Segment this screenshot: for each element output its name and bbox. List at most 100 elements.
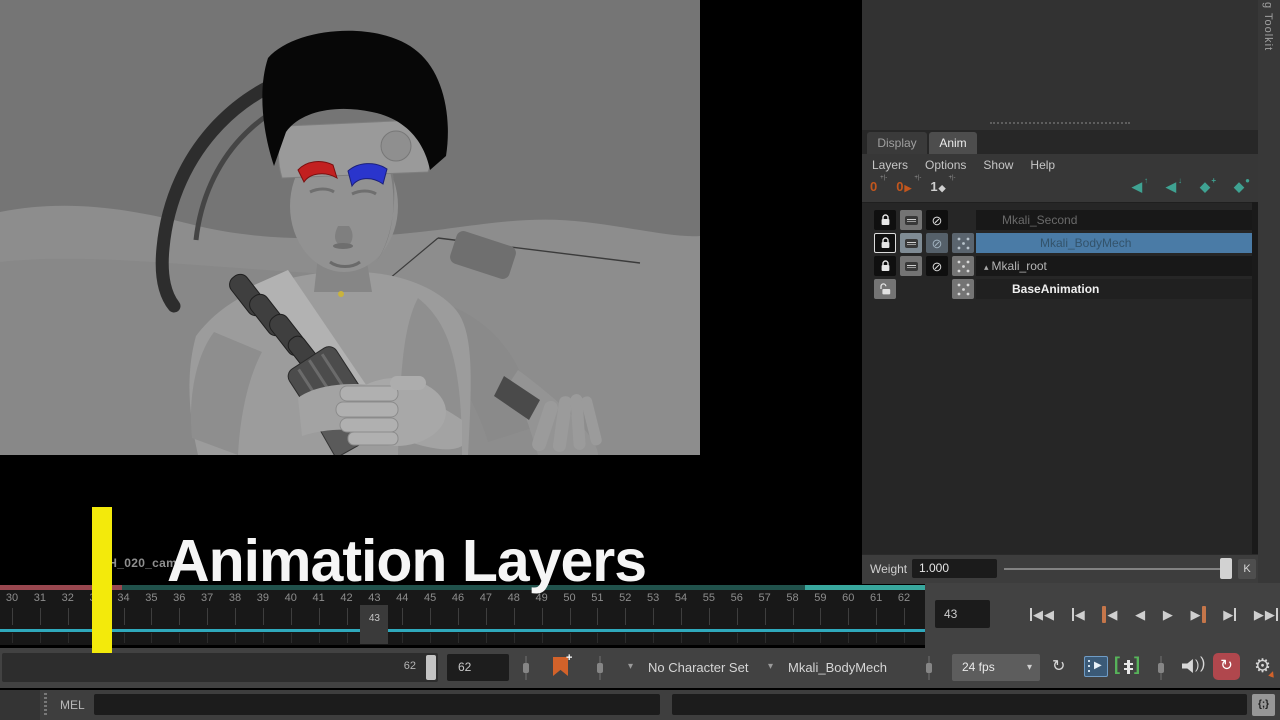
mute-layer-icon[interactable] [900,210,922,230]
frame-tick [458,608,459,625]
viewport-3d-scene[interactable] [0,0,700,455]
frame-subtick [291,633,292,643]
frame-tick [68,608,69,625]
frame-subtick [653,633,654,643]
frame-subtick [820,633,821,643]
create-empty-layer-icon[interactable]: ◆+ [1196,179,1214,195]
command-line-grip[interactable] [44,693,47,717]
unlock-icon[interactable] [874,279,896,299]
step-back-key-button[interactable]: ◀ [1102,600,1117,628]
layer-name-text: Mkali_Second [976,213,1077,227]
frame-tick [793,608,794,625]
frame-subtick [124,633,125,643]
script-editor-icon[interactable]: {;} [1252,694,1275,716]
frame-subtick [402,633,403,643]
range-slider-handle[interactable] [426,655,436,680]
create-layer-from-selected-icon[interactable]: ◆● [1230,179,1248,195]
current-frame-field[interactable]: 43 [935,600,990,628]
frame-tick [709,608,710,625]
toolbar-grip[interactable] [599,656,601,680]
go-to-start-button[interactable]: ◀◀ [1030,600,1054,628]
panel-resize-handle[interactable] [990,122,1130,124]
layer-name-text: ▴Mkali_root [976,259,1047,273]
set-key-icon[interactable]: [ ] [1114,654,1144,679]
layer-row[interactable]: ⊘ ▴Mkali_root [862,255,1258,277]
weight-slider-handle[interactable] [1220,558,1232,579]
chevron-down-icon[interactable]: ▾ [768,661,773,672]
layer-row[interactable]: BaseAnimation [862,278,1258,300]
frame-subtick [681,633,682,643]
frame-tick [430,608,431,625]
fps-dropdown[interactable]: 24 fps ▾ [952,654,1040,681]
anim-layer-dropdown[interactable]: Mkali_BodyMech [788,660,887,675]
frame-tick [291,608,292,625]
move-selected-layers-down-icon[interactable]: ◀↓ [1162,179,1180,195]
solo-layer-icon[interactable]: ⊘ [926,256,948,276]
layer-name[interactable]: Mkali_BodyMech [976,233,1252,253]
range-slider[interactable]: 62 [2,653,438,682]
toolbar-grip[interactable] [525,656,527,680]
frame-tick [40,608,41,625]
play-backwards-button[interactable]: ◀ [1135,600,1145,628]
tab-anim[interactable]: Anim [929,132,977,154]
menu-layers[interactable]: Layers [872,158,908,172]
layer-editor-toolbar: 0+|-0▶+|-1◆+|- ◀↑◀↓◆+◆● [862,176,1258,202]
animation-preferences-icon[interactable]: ⚙ [1249,653,1276,680]
mel-input-field[interactable] [94,694,660,715]
layer-row[interactable]: ⊘ Mkali_Second [862,209,1258,231]
play-forwards-button[interactable]: ▶ [1163,600,1173,628]
frame-tick [402,608,403,625]
lock-icon[interactable] [874,210,896,230]
move-selected-layers-up-icon[interactable]: ◀↑ [1128,179,1146,195]
range-slider-bar: 62 62 + ▾ No Character Set ▾ Mkali_BodyM… [0,648,1280,688]
character-set-dropdown[interactable]: No Character Set [648,660,748,675]
collapse-icon[interactable]: ▴ [984,262,989,272]
animation-end-field[interactable]: 62 [447,654,509,681]
step-forward-key-button[interactable]: ▶ [1191,600,1206,628]
zero-key-icon[interactable] [952,279,974,299]
timeline-baseline [0,629,925,632]
command-line-left-block [0,690,40,720]
chevron-down-icon[interactable]: ▾ [628,661,633,672]
layer-name[interactable]: Mkali_Second [976,210,1252,230]
current-frame-marker[interactable]: 43 [360,605,388,644]
menu-help[interactable]: Help [1030,158,1055,172]
mute-layer-icon[interactable] [900,256,922,276]
frame-tick [848,608,849,625]
frame-number: 57 [759,592,771,604]
zero-key-icon[interactable] [952,256,974,276]
modeling-toolkit-vertical-tab[interactable]: g Toolkit [1258,0,1280,583]
playback-loop-icon[interactable]: ↻ [1052,656,1065,676]
mute-layer-icon[interactable] [900,233,922,253]
weight-key-button[interactable]: K [1238,559,1256,579]
frame-subtick [514,633,515,643]
auto-keyframe-icon[interactable]: ↻ [1213,653,1240,680]
cached-playback-icon[interactable]: ▶ [1084,656,1108,677]
solo-layer-icon[interactable]: ⊘ [926,233,948,253]
lock-icon[interactable] [874,256,896,276]
frame-subtick [430,633,431,643]
animation-layer-list: ⊘ Mkali_Second ⊘ Mkali_BodyMech ⊘ ▴Mkali_root… [862,202,1258,555]
step-forward-frame-button[interactable]: ▶ [1223,600,1236,628]
layer-name[interactable]: ▴Mkali_root [976,256,1252,276]
go-to-end-button[interactable]: ▶▶ [1254,600,1278,628]
menu-options[interactable]: Options [925,158,966,172]
step-back-frame-button[interactable]: ◀ [1072,600,1085,628]
frame-subtick [40,633,41,643]
layer-editor-panel: Display Anim LayersOptionsShowHelp 0+|-0… [862,0,1258,583]
speaker-icon[interactable]: ) ) [1182,656,1208,676]
weight-slider[interactable] [1004,568,1220,570]
weight-value-field[interactable]: 1.000 [912,559,997,578]
zero-key-icon[interactable] [952,233,974,253]
toolbar-grip[interactable] [1160,656,1162,680]
tab-display[interactable]: Display [867,132,927,154]
weight-label: Weight [870,562,907,576]
mel-label[interactable]: MEL [60,698,85,712]
menu-show[interactable]: Show [983,158,1013,172]
layer-name[interactable]: BaseAnimation [976,279,1252,299]
frame-tick [653,608,654,625]
toolbar-grip[interactable] [928,656,930,680]
lock-icon[interactable] [874,233,896,253]
solo-layer-icon[interactable]: ⊘ [926,210,948,230]
layer-row[interactable]: ⊘ Mkali_BodyMech [862,232,1258,254]
